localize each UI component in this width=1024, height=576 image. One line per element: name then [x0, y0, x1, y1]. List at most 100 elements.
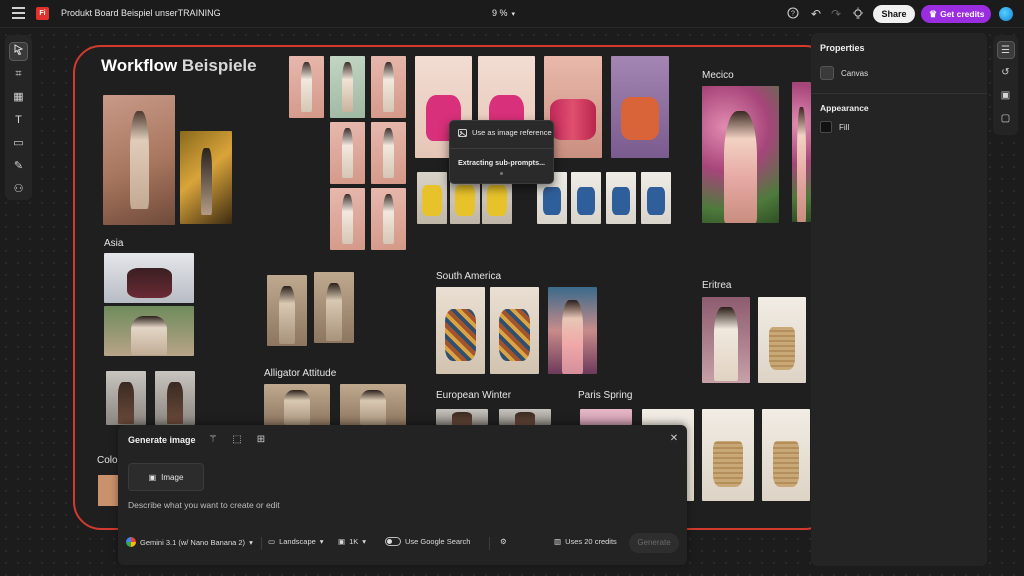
photo-croc-1[interactable]: [267, 275, 307, 346]
lightbulb-icon[interactable]: [851, 7, 865, 21]
chevron-down-icon: ▾: [362, 537, 367, 546]
settings-icon[interactable]: ⚙: [500, 537, 507, 546]
crown-icon: ♛: [929, 9, 938, 19]
share-button[interactable]: Share: [873, 5, 915, 23]
photo-european-winter-2[interactable]: [499, 409, 551, 425]
photo-woman-camel-outfit[interactable]: [103, 95, 175, 225]
section-label-european-winter[interactable]: European Winter: [436, 390, 511, 401]
fill-row[interactable]: Fill: [820, 121, 849, 133]
resolution-select[interactable]: ▣ 1K ▾: [338, 537, 366, 546]
photo-pose-6[interactable]: [330, 188, 365, 250]
history-icon[interactable]: ↺: [997, 64, 1015, 82]
photo-asia-winter-2[interactable]: [155, 371, 195, 425]
photo-straw-bag-2[interactable]: [702, 409, 754, 501]
section-label-alligator-attitude[interactable]: Alligator Attitude: [264, 368, 336, 379]
aspect-label: Landscape: [279, 537, 316, 546]
undo-icon[interactable]: ↶: [809, 7, 823, 21]
photo-south-america-bag-2[interactable]: [490, 287, 539, 374]
select-tool-icon[interactable]: [9, 42, 28, 61]
photo-european-winter-1[interactable]: [436, 409, 488, 425]
photo-eritrea-model[interactable]: [702, 297, 750, 383]
canvas-row[interactable]: Canvas: [820, 66, 868, 80]
qr-icon[interactable]: ⊞: [254, 433, 268, 447]
zoom-control[interactable]: 9 % ▾: [492, 8, 515, 18]
document-title[interactable]: Produkt Board Beispiel unserTRAINING: [61, 8, 221, 18]
text-tool-icon[interactable]: T: [9, 111, 28, 130]
generate-image-title: Generate image: [128, 435, 196, 445]
photo-straw-bag-3[interactable]: [762, 409, 810, 501]
photo-paris-spring-1[interactable]: [580, 409, 632, 425]
photo-mecico-2[interactable]: [792, 82, 811, 222]
app-logo[interactable]: Fi: [36, 7, 49, 20]
grid-tool-icon[interactable]: ▦: [9, 88, 28, 107]
stock-icon[interactable]: ▣: [997, 87, 1015, 105]
photo-asia-winter-1[interactable]: [106, 371, 146, 425]
pen-tool-icon[interactable]: ✎: [9, 157, 28, 176]
section-label-paris-spring[interactable]: Paris Spring: [578, 390, 632, 401]
generate-button[interactable]: Generate: [629, 533, 679, 553]
credits-label: Uses 20 credits: [565, 537, 617, 546]
section-label-asia[interactable]: Asia: [104, 238, 123, 249]
menu-icon[interactable]: [12, 7, 25, 20]
photo-pose-3[interactable]: [371, 56, 406, 118]
credits-icon: ▥: [554, 537, 562, 546]
fill-swatch[interactable]: [820, 121, 832, 133]
photo-bag-blue-3[interactable]: [606, 172, 636, 224]
photo-pose-2[interactable]: [330, 56, 365, 118]
image-button[interactable]: ▣ Image: [128, 463, 204, 491]
aspect-select[interactable]: ▭ Landscape ▾: [268, 537, 324, 546]
photo-alligator-1[interactable]: [264, 384, 330, 426]
shapes-tool-icon[interactable]: ⚇: [9, 180, 28, 199]
photo-mecico-1[interactable]: [702, 86, 779, 223]
section-label-south-america[interactable]: South America: [436, 271, 501, 282]
photo-pose-4[interactable]: [330, 122, 365, 184]
photo-bag-lilac[interactable]: [611, 56, 669, 158]
comments-icon[interactable]: ▢: [997, 110, 1015, 128]
redo-icon[interactable]: ↷: [829, 7, 843, 21]
board-title[interactable]: Workflow Beispiele: [101, 56, 257, 76]
photo-woman-subway[interactable]: [180, 131, 232, 224]
photo-eritrea-bag[interactable]: [758, 297, 806, 383]
photo-pose-7[interactable]: [371, 188, 406, 250]
get-credits-label: Get credits: [940, 9, 985, 19]
avatar[interactable]: [999, 7, 1013, 21]
close-icon[interactable]: ✕: [668, 433, 680, 445]
resolution-icon: ▣: [338, 537, 346, 546]
photo-asia-street[interactable]: [104, 306, 194, 356]
crop-tool-icon[interactable]: ⌗: [9, 65, 28, 84]
section-label-mecico[interactable]: Mecico: [702, 70, 734, 81]
photo-bag-blue-4[interactable]: [641, 172, 671, 224]
google-search-toggle[interactable]: Use Google Search: [385, 537, 470, 546]
model-select[interactable]: Gemini 3.1 (w/ Nano Banana 2) ▾: [126, 537, 253, 547]
select-region-icon[interactable]: ⬚: [230, 433, 244, 447]
use-as-image-reference-item[interactable]: Use as image reference: [458, 128, 552, 137]
photo-croc-2[interactable]: [314, 272, 354, 343]
section-label-eritrea[interactable]: Eritrea: [702, 280, 731, 291]
color-swatch[interactable]: [98, 475, 118, 506]
google-search-label: Use Google Search: [405, 537, 471, 546]
properties-icon[interactable]: ☰: [996, 41, 1015, 59]
photo-pose-5[interactable]: [371, 122, 406, 184]
zoom-value: 9 %: [492, 8, 508, 18]
photo-south-america-model[interactable]: [548, 287, 597, 374]
photo-south-america-bag-1[interactable]: [436, 287, 485, 374]
toggle-switch[interactable]: [385, 537, 401, 546]
photo-bag-yellow-1[interactable]: [417, 172, 447, 224]
photo-pose-1[interactable]: [289, 56, 324, 118]
magic-wand-icon[interactable]: ⚚: [206, 433, 220, 447]
chevron-down-icon: ▾: [511, 11, 516, 18]
photo-asia-snow[interactable]: [104, 253, 194, 303]
left-toolbar: ⌗ ▦ T ▭ ✎ ⚇: [5, 35, 32, 200]
fill-label: Fill: [839, 122, 850, 132]
section-label-colo[interactable]: Colo: [97, 455, 118, 466]
photo-alligator-2[interactable]: [340, 384, 406, 426]
properties-divider: [811, 93, 987, 94]
google-icon: [126, 537, 136, 547]
prompt-input[interactable]: [128, 498, 668, 512]
help-icon[interactable]: ?: [786, 7, 800, 21]
shape-tool-icon[interactable]: ▭: [9, 134, 28, 153]
get-credits-button[interactable]: ♛ Get credits: [921, 5, 991, 23]
photo-bag-blue-2[interactable]: [571, 172, 601, 224]
board-title-bold: Workflow: [101, 56, 178, 75]
generate-image-panel: Generate image ⚚ ⬚ ⊞ ✕ ▣ Image Gemini 3.…: [118, 425, 687, 565]
